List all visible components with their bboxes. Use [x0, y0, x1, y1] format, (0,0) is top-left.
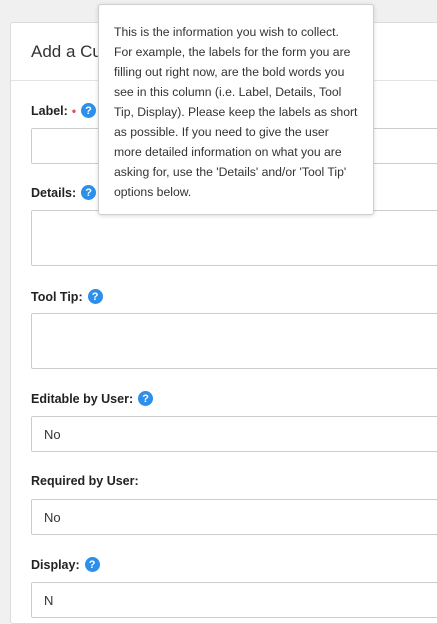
help-icon[interactable]: ? [84, 557, 100, 572]
display-select[interactable]: N [31, 582, 437, 618]
help-icon[interactable]: ? [87, 289, 103, 304]
display-select-value: N [44, 593, 54, 608]
tooltip-field-label: Tool Tip: ? [31, 289, 103, 304]
display-field-text: Display: [31, 557, 80, 572]
help-icon[interactable]: ? [138, 391, 154, 406]
required-field-text: Required by User: [31, 474, 139, 488]
editable-field-label: Editable by User: ? [31, 391, 154, 406]
details-textarea[interactable] [31, 210, 437, 266]
tooltip-textarea[interactable] [31, 313, 437, 369]
required-select-value: No [44, 509, 61, 525]
editable-select[interactable]: No [31, 416, 437, 452]
help-popover: This is the information you wish to coll… [98, 4, 374, 215]
required-field-label: Required by User: [31, 474, 139, 488]
editable-field-text: Editable by User: [31, 391, 134, 406]
label-field-label: Label: • ? [31, 103, 97, 118]
label-field-text: Label: [31, 103, 68, 118]
help-icon[interactable]: ? [81, 185, 97, 200]
help-popover-text: This is the information you wish to coll… [114, 25, 358, 199]
help-icon[interactable]: ? [81, 103, 97, 118]
required-select[interactable]: No [31, 499, 437, 535]
required-marker: • [71, 103, 77, 118]
display-field-label: Display: ? [31, 557, 100, 572]
details-field-text: Details: [31, 185, 77, 200]
details-field-label: Details: ? [31, 185, 97, 200]
editable-select-value: No [44, 426, 61, 442]
tooltip-field-text: Tool Tip: [31, 289, 83, 304]
